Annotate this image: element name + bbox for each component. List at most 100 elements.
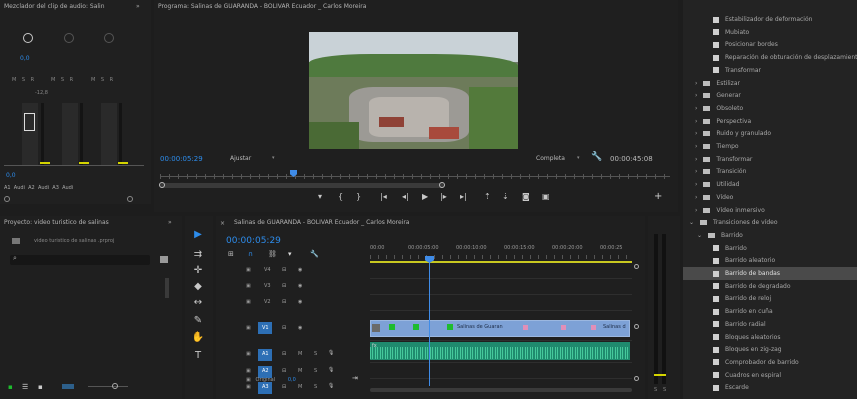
chevron-right-icon[interactable]: › [695,130,697,137]
sync-icon[interactable]: ⊟ [282,325,286,331]
fader-track-3[interactable] [101,103,117,165]
chevron-down-icon[interactable]: ⌄ [689,219,694,226]
program-timecode[interactable]: 00:00:05:29 [160,155,203,163]
add-marker-icon[interactable]: ▾ [288,250,292,258]
project-menu-icon[interactable]: » [168,219,172,226]
effect-item[interactable]: ⌄ Barrido [683,229,857,242]
chevron-right-icon[interactable]: › [695,168,697,175]
audio-clip-a1[interactable]: fx [370,342,630,360]
effect-folder[interactable]: › Transición [683,165,857,178]
lock-track-icon[interactable]: ▣ [246,325,251,331]
freeform-view-icon[interactable] [62,384,74,389]
mic-icon[interactable]: 🎙 [328,350,334,356]
eye-icon[interactable]: ◉ [298,267,302,273]
extract-icon[interactable]: ⇣ [502,192,509,201]
lock-track-icon[interactable]: ▣ [246,384,251,390]
effect-folder[interactable]: › Utilidad [683,178,857,191]
effect-item[interactable]: Escarde [683,381,857,394]
sync-icon[interactable]: ⊟ [282,368,286,374]
msr-buttons[interactable]: M S R [12,77,36,83]
effect-folder[interactable]: › Perspectiva [683,115,857,128]
mic-icon[interactable]: 🎙 [328,383,334,389]
play-icon[interactable]: ▶ [422,192,428,201]
eye-icon[interactable]: ◉ [298,283,302,289]
mic-icon[interactable]: 🎙 [328,367,334,373]
insert-sequence-icon[interactable]: ⊞ [228,250,234,258]
go-to-in-icon[interactable]: |◂ [380,192,387,201]
v-scroll-bottom[interactable] [634,376,639,381]
camera-icon[interactable]: ◙ [522,192,530,201]
effect-item[interactable]: Mubiato [683,26,857,39]
effect-item[interactable]: Barrido [683,242,857,255]
track-area[interactable]: Salinas de Guaran Salinas d fx [370,256,632,386]
lock-track-icon[interactable]: ▣ [246,283,251,289]
go-to-out-icon[interactable]: ▸| [460,192,467,201]
sync-icon[interactable]: ⊟ [282,384,286,390]
pen-tool-icon[interactable]: ✎ [191,314,205,328]
mute-button[interactable]: M [298,384,302,390]
effect-item[interactable]: Barrido en cuña [683,305,857,318]
effect-item[interactable]: Comprobador de barrido [683,356,857,369]
project-scrollbar[interactable] [165,278,169,298]
sync-icon[interactable]: ⊟ [282,267,286,273]
master-value[interactable]: 0,0 [288,377,296,383]
effect-item[interactable]: Bloques aleatorios [683,331,857,344]
zoom-scrollbar[interactable] [159,182,445,188]
effect-item[interactable]: ⌄ Transiciones de vídeo [683,216,857,229]
effect-folder[interactable]: › Transformar [683,153,857,166]
effect-folder[interactable]: › Vídeo inmersivo [683,204,857,217]
lock-track-icon[interactable]: ▣ [246,267,251,273]
timeline-tab-title[interactable]: Salinas de GUARANDA - BOLIVAR Ecuador _ … [230,216,645,229]
compare-icon[interactable]: ▣ [542,192,550,201]
effect-item[interactable]: Barrido de reloj [683,292,857,305]
go-to-end-icon[interactable]: ⇥ [352,374,358,382]
program-scrubber[interactable] [160,170,670,182]
v-scroll-top[interactable] [634,264,639,269]
timeline-playhead[interactable] [429,258,430,386]
meter-label[interactable]: S [654,387,657,393]
chevron-right-icon[interactable]: › [695,143,697,150]
fader-handle-1[interactable] [24,113,35,131]
pan-knob-1[interactable] [23,33,33,43]
time-ruler[interactable]: 00:00 00:00:05:00 00:00:10:00 00:00:15:0… [370,242,632,263]
list-view-icon[interactable]: ☰ [22,383,28,391]
lock-track-icon[interactable]: ▣ [246,351,251,357]
effect-folder[interactable]: › Generar [683,89,857,102]
panel-menu-icon[interactable]: » [136,3,140,10]
effect-folder[interactable]: › Obsoleto [683,102,857,115]
mark-in-icon[interactable]: { [338,192,343,201]
sync-icon[interactable]: ⊟ [282,351,286,357]
type-tool-icon[interactable]: T [191,349,205,363]
mute-button[interactable]: M [298,351,302,357]
effect-item[interactable]: Barrido radial [683,318,857,331]
snap-icon[interactable]: ∩ [248,250,253,258]
mixer-scroll-right[interactable] [127,196,133,202]
lock-track-icon[interactable]: ▣ [246,299,251,305]
step-forward-icon[interactable]: |▸ [440,192,447,201]
effect-item[interactable]: Transformar [683,64,857,77]
chevron-right-icon[interactable]: › [695,194,697,201]
msr-buttons-2[interactable]: M S R [51,77,75,83]
effect-item[interactable]: Cuadros en espiral [683,369,857,382]
fader-track-2[interactable] [62,103,78,165]
chevron-down-icon[interactable]: ⌄ [697,232,702,239]
step-back-icon[interactable]: ◂| [402,192,409,201]
msr-buttons-3[interactable]: M S R [91,77,115,83]
quality-dropdown[interactable]: Completa [536,155,565,162]
linked-selection-icon[interactable]: ⛓ [268,250,277,258]
solo-button[interactable]: S [314,368,317,374]
effect-item[interactable]: Barrido aleatorio [683,254,857,267]
meter-label[interactable]: S [663,387,666,393]
lock-icon[interactable]: ▪ [8,383,13,391]
pan-knob-3[interactable] [104,33,114,43]
marker-icon[interactable]: ▾ [318,192,322,201]
chevron-right-icon[interactable]: › [695,105,697,112]
master-lock-icon[interactable]: ▣ [246,377,251,383]
video-clip-v1[interactable]: Salinas de Guaran Salinas d [370,320,630,337]
effect-folder[interactable]: › Vídeo [683,191,857,204]
effect-item[interactable]: Estabilizador de deformación [683,13,857,26]
zoom-slider[interactable] [88,386,128,387]
chevron-right-icon[interactable]: › [695,118,697,125]
solo-button[interactable]: S [314,384,317,390]
project-search-input[interactable]: ⌕ [10,254,150,265]
